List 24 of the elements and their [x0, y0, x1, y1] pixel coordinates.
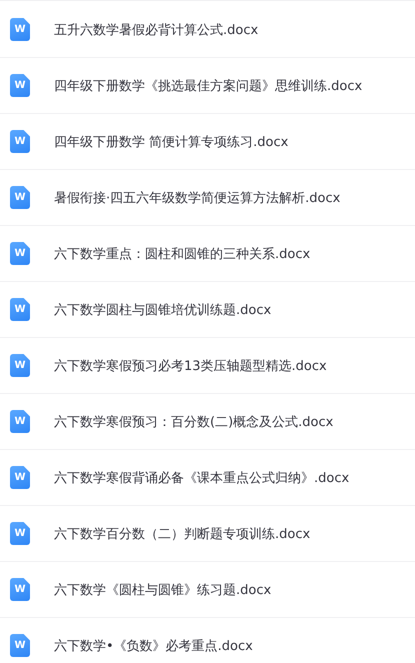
word-file-icon: W: [10, 466, 30, 489]
file-name[interactable]: 四年级下册数学 简便计算专项练习.docx: [54, 132, 288, 150]
word-file-icon: W: [10, 18, 30, 41]
file-name[interactable]: 六下数学百分数（二）判断题专项训练.docx: [54, 524, 310, 542]
file-name[interactable]: 五升六数学暑假必背计算公式.docx: [54, 20, 258, 38]
word-file-icon: W: [10, 186, 30, 209]
word-file-icon: W: [10, 298, 30, 321]
file-name[interactable]: 六下数学重点：圆柱和圆锥的三种关系.docx: [54, 244, 310, 262]
file-name[interactable]: 六下数学寒假预习必考13类压轴题型精选.docx: [54, 356, 327, 374]
file-name[interactable]: 六下数学《圆柱与圆锥》练习题.docx: [54, 580, 272, 598]
word-file-icon: W: [10, 634, 30, 657]
file-name[interactable]: 六下数学寒假预习：百分数(二)概念及公式.docx: [54, 412, 334, 430]
word-file-icon: W: [10, 522, 30, 545]
word-file-icon: W: [10, 130, 30, 153]
word-file-icon: W: [10, 578, 30, 601]
word-file-icon: W: [10, 354, 30, 377]
file-name[interactable]: 六下数学寒假背诵必备《课本重点公式归纳》.docx: [54, 468, 350, 486]
file-name[interactable]: 六下数学圆柱与圆锥培优训练题.docx: [54, 300, 272, 318]
word-file-icon: W: [10, 74, 30, 97]
word-file-icon: W: [10, 242, 30, 265]
file-name[interactable]: 暑假衔接·四五六年级数学简便运算方法解析.docx: [54, 188, 340, 206]
word-file-icon: W: [10, 410, 30, 433]
file-name[interactable]: 六下数学•《负数》必考重点.docx: [54, 636, 253, 654]
file-name[interactable]: 四年级下册数学《挑选最佳方案问题》思维训练.docx: [54, 76, 362, 94]
